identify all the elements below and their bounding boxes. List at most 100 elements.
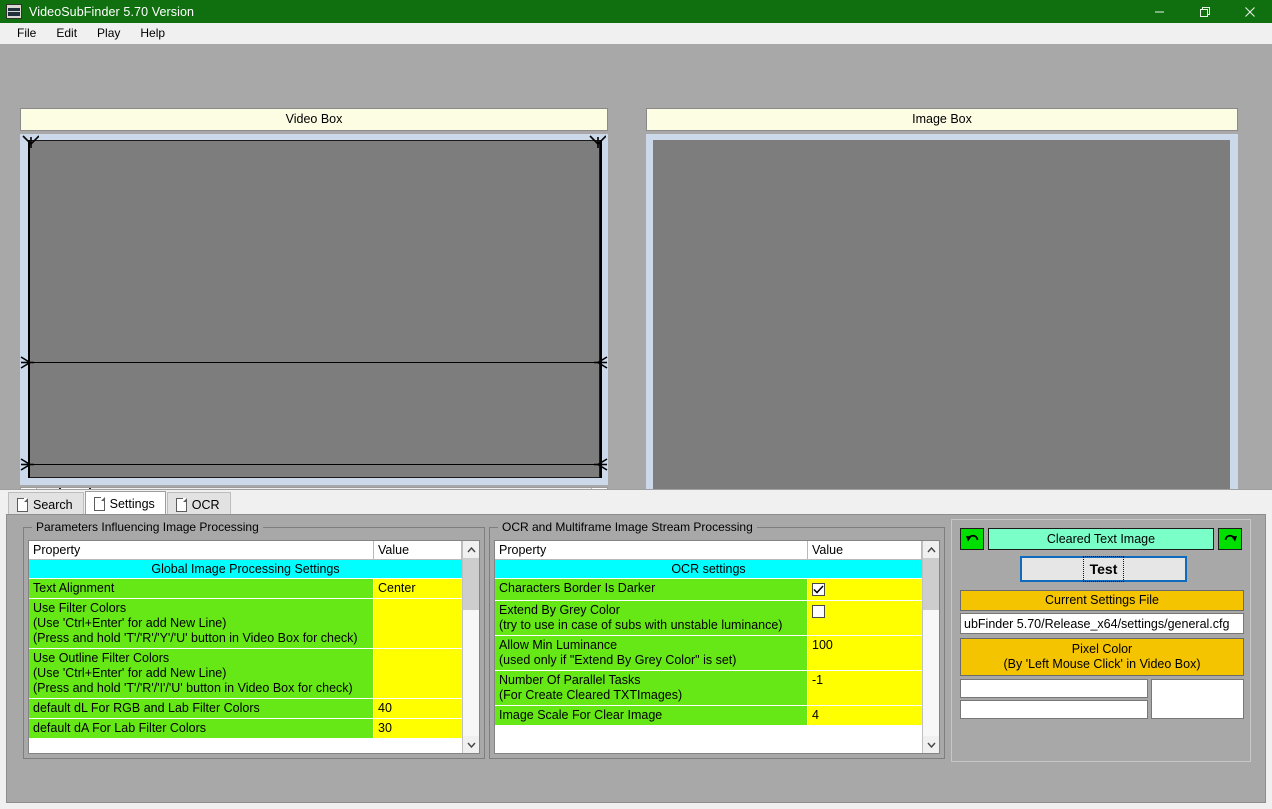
right-col-property[interactable]: Property [495, 541, 808, 560]
row-value[interactable]: 100 [808, 636, 922, 670]
table-row[interactable]: Number Of Parallel Tasks (For Create Cle… [495, 671, 922, 706]
row-value[interactable] [374, 599, 462, 648]
page-icon [175, 497, 187, 512]
row-value[interactable] [374, 649, 462, 698]
scroll-up-arrow-icon[interactable] [463, 541, 479, 558]
close-button[interactable] [1227, 0, 1272, 23]
page-icon [93, 497, 105, 511]
window-title: VideoSubFinder 5.70 Version [29, 4, 195, 19]
tab-settings[interactable]: Settings [84, 491, 166, 516]
table-row[interactable]: Allow Min Luminance (used only if "Exten… [495, 636, 922, 671]
table-row[interactable]: Image Scale For Clear Image 4 [495, 706, 922, 726]
checkbox-checked[interactable] [812, 583, 825, 596]
redo-arrow-icon [1224, 534, 1237, 541]
row-property: default dA For Lab Filter Colors [29, 719, 374, 738]
left-table-header: Property Value [29, 541, 462, 560]
row-value[interactable] [808, 601, 922, 635]
image-box-title: Image Box [646, 108, 1238, 131]
left-scroll-thumb[interactable] [463, 558, 479, 610]
menu-label-help: Help [140, 26, 166, 40]
right-scroll-thumb[interactable] [923, 558, 939, 610]
cleared-text-image-label[interactable]: Cleared Text Image [988, 528, 1214, 550]
pixel-color-field-2[interactable] [960, 700, 1148, 719]
left-table-body: Global Image Processing Settings Text Al… [29, 560, 462, 753]
settings-file-path-input[interactable]: ubFinder 5.70/Release_x64/settings/gener… [960, 613, 1244, 634]
tab-ocr[interactable]: OCR [166, 492, 231, 516]
left-settings-table[interactable]: Property Value Global Image Processing S… [28, 540, 480, 754]
test-button[interactable]: Test [1020, 556, 1187, 582]
right-table-columns: Property Value OCR settings Characters B… [495, 541, 922, 753]
table-row[interactable]: default dA For Lab Filter Colors 30 [29, 719, 462, 739]
right-table-body: OCR settings Characters Border Is Darker… [495, 560, 922, 753]
row-value[interactable]: 4 [808, 706, 922, 725]
right-controls-panel: Cleared Text Image Test Current Settings… [951, 519, 1251, 762]
settings-file-path-value: ubFinder 5.70/Release_x64/settings/gener… [964, 616, 1230, 631]
crop-left-guide[interactable] [28, 140, 30, 478]
right-settings-table[interactable]: Property Value OCR settings Characters B… [494, 540, 940, 754]
image-box-panel: Image Box [646, 108, 1238, 539]
subtitle-bottom-boundary-line[interactable] [28, 464, 600, 465]
menu-item-edit[interactable]: Edit [47, 24, 86, 43]
settings-tab-body: Parameters Influencing Image Processing … [6, 514, 1266, 803]
checkbox-unchecked[interactable] [812, 605, 825, 618]
left-col-value[interactable]: Value [374, 541, 462, 560]
bottom-tab-region: Search Settings OCR Parameters Influenci… [0, 489, 1272, 809]
redo-button[interactable] [1218, 528, 1242, 550]
current-settings-file-label: Current Settings File [1045, 593, 1159, 607]
pixel-color-button[interactable]: Pixel Color (By 'Left Mouse Click' in Vi… [960, 638, 1244, 676]
tab-label-search: Search [33, 497, 73, 512]
row-property: Image Scale For Clear Image [495, 706, 808, 725]
crop-right-guide[interactable] [600, 140, 602, 478]
scroll-up-arrow-icon[interactable] [923, 541, 939, 558]
table-row[interactable]: Use Outline Filter Colors (Use 'Ctrl+Ent… [29, 649, 462, 699]
row-property: Text Alignment [29, 579, 374, 598]
table-row[interactable]: Use Filter Colors (Use 'Ctrl+Enter' for … [29, 599, 462, 649]
top-work-area: Video Box Image Box [0, 44, 1272, 539]
row-value[interactable]: 30 [374, 719, 462, 738]
group-legend-right: OCR and Multiframe Image Stream Processi… [498, 520, 757, 534]
video-surface[interactable] [28, 140, 600, 478]
image-surface[interactable] [653, 140, 1230, 496]
table-row[interactable]: default dL For RGB and Lab Filter Colors… [29, 699, 462, 719]
cleared-text-image-row: Cleared Text Image [960, 528, 1242, 550]
menu-item-file[interactable]: File [8, 24, 45, 43]
page-icon [17, 497, 28, 512]
app-icon [6, 4, 22, 19]
row-property: Allow Min Luminance (used only if "Exten… [495, 636, 808, 670]
right-col-value[interactable]: Value [808, 541, 922, 560]
right-scroll-track[interactable] [923, 558, 939, 736]
scroll-down-arrow-icon[interactable] [923, 736, 939, 753]
pixel-color-field-1[interactable] [960, 679, 1148, 698]
tab-label-ocr: OCR [191, 497, 220, 512]
row-value[interactable] [808, 579, 922, 600]
subtitle-top-boundary-line[interactable] [28, 362, 600, 363]
right-table-scrollbar[interactable] [922, 541, 939, 753]
table-row[interactable]: Extend By Grey Color (try to use in case… [495, 601, 922, 636]
maximize-restore-button[interactable] [1182, 0, 1227, 23]
test-button-label: Test [1082, 556, 1125, 582]
row-value[interactable]: 40 [374, 699, 462, 718]
table-row[interactable]: Characters Border Is Darker [495, 579, 922, 601]
row-value[interactable]: -1 [808, 671, 922, 705]
tab-search[interactable]: Search [8, 492, 84, 516]
menu-item-play[interactable]: Play [88, 24, 129, 43]
menu-item-help[interactable]: Help [131, 24, 174, 43]
undo-button[interactable] [960, 528, 984, 550]
left-col-property[interactable]: Property [29, 541, 374, 560]
row-value[interactable]: Center [374, 579, 462, 598]
left-table-columns: Property Value Global Image Processing S… [29, 541, 462, 753]
pixel-color-swatch[interactable] [1151, 679, 1244, 719]
current-settings-file-button[interactable]: Current Settings File [960, 590, 1244, 611]
left-table-scrollbar[interactable] [462, 541, 479, 753]
tab-strip: Search Settings OCR [0, 490, 1272, 516]
video-box-panel: Video Box [20, 108, 608, 527]
pixel-color-label-line1: Pixel Color [1071, 642, 1133, 656]
left-scroll-track[interactable] [463, 558, 479, 736]
table-row[interactable]: Text Alignment Center [29, 579, 462, 599]
minimize-button[interactable] [1137, 0, 1182, 23]
image-canvas[interactable] [646, 134, 1238, 539]
scroll-down-arrow-icon[interactable] [463, 736, 479, 753]
title-bar: VideoSubFinder 5.70 Version [0, 0, 1272, 23]
row-property: default dL For RGB and Lab Filter Colors [29, 699, 374, 718]
video-canvas[interactable] [20, 134, 608, 485]
